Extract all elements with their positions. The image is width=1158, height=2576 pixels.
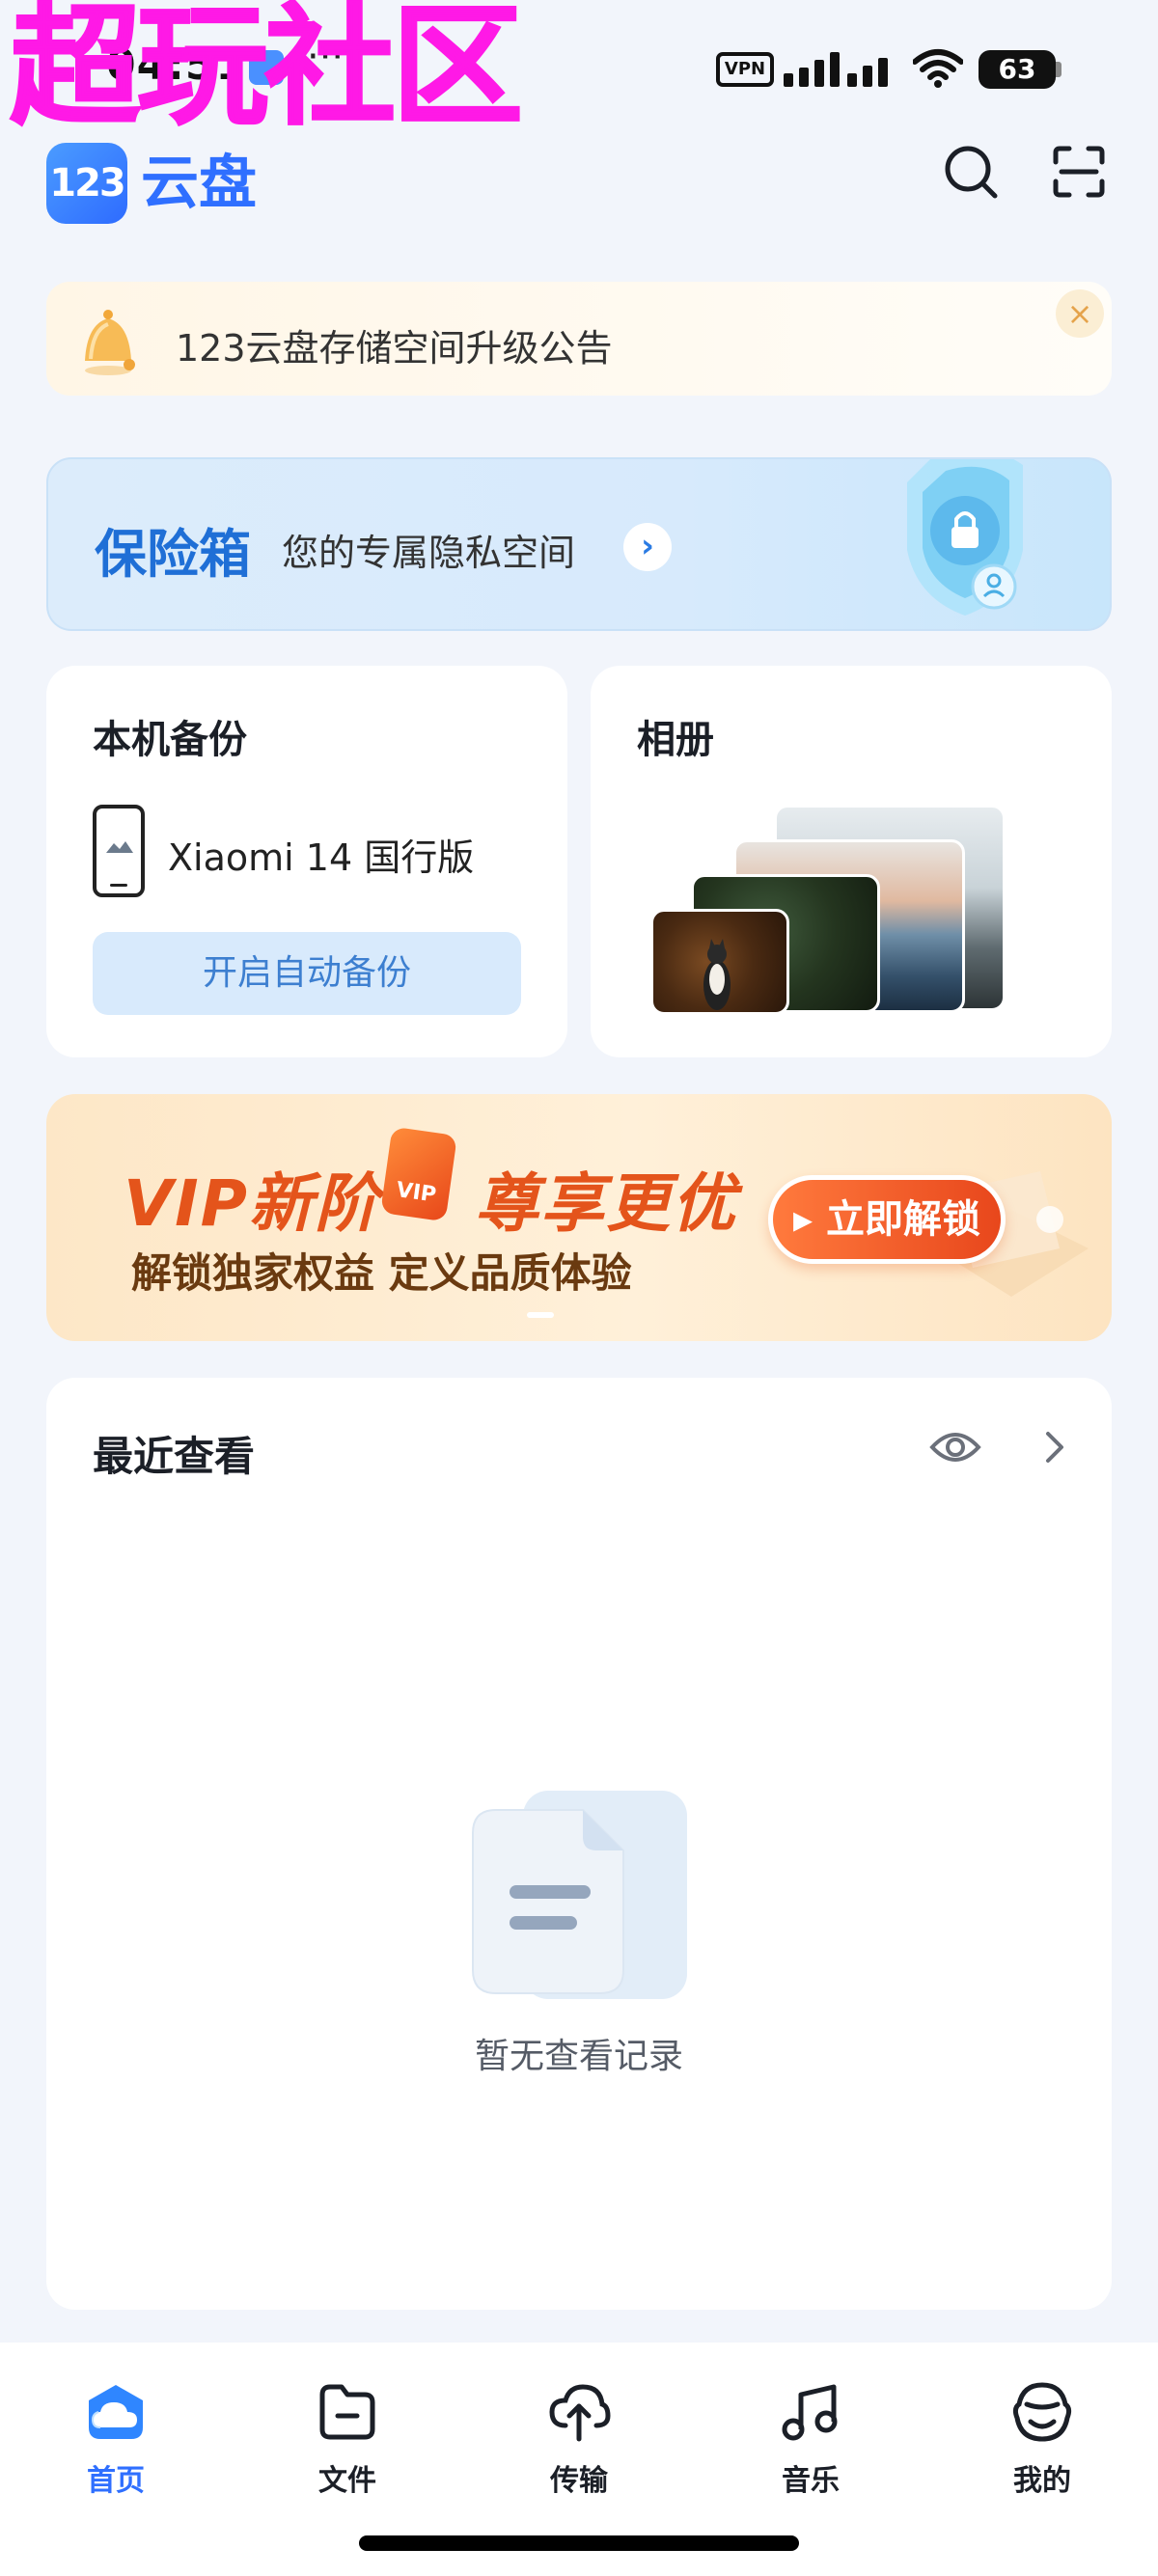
cloud-transfer-icon — [549, 2384, 611, 2442]
nav-item-music[interactable]: 音乐 — [743, 2381, 878, 2499]
eye-icon[interactable] — [928, 1426, 982, 1468]
album-card-title: 相册 — [637, 718, 714, 762]
music-note-icon — [782, 2384, 838, 2441]
vip-title-right: 尊享更优 — [475, 1166, 737, 1241]
empty-document-icon — [472, 1791, 687, 1999]
app-logo-text: 云盘 — [141, 150, 257, 217]
backup-card-title: 本机备份 — [93, 718, 247, 762]
home-indicator[interactable] — [359, 2535, 799, 2551]
app-logo-badge: 123 — [46, 143, 127, 224]
announcement-text: 123云盘存储空间升级公告 — [176, 327, 613, 370]
chevron-right-icon[interactable]: › — [623, 523, 672, 571]
nav-label-files: 文件 — [318, 2464, 376, 2498]
device-name: Xiaomi 14 国行版 — [168, 836, 475, 879]
nav-item-files[interactable]: 文件 — [280, 2381, 415, 2499]
album-photo-stack — [650, 805, 1058, 1017]
carousel-indicator — [527, 1312, 554, 1318]
nav-label-home: 首页 — [87, 2464, 145, 2498]
vpn-icon: VPN — [716, 52, 774, 87]
phone-icon — [93, 805, 145, 897]
empty-state-text: 暂无查看记录 — [474, 2037, 683, 2076]
chevron-right-icon[interactable] — [1038, 1428, 1069, 1466]
nav-item-transfer[interactable]: 传输 — [511, 2381, 647, 2499]
battery-cap — [1056, 62, 1062, 77]
search-icon — [945, 146, 998, 199]
vip-title-left: VIP新阶 — [124, 1166, 381, 1241]
folder-icon — [319, 2384, 375, 2440]
shield-lock-icon — [907, 459, 1023, 616]
nav-item-home[interactable]: 首页 — [48, 2381, 183, 2499]
profile-icon — [1012, 2382, 1072, 2442]
nav-label-transfer: 传输 — [550, 2464, 608, 2498]
vip-subtitle: 解锁独家权益 定义品质体验 — [131, 1249, 632, 1297]
watermark-logo: 超玩社区 — [9, 0, 524, 144]
nav-item-profile[interactable]: 我的 — [975, 2381, 1110, 2499]
scan-button[interactable] — [1048, 141, 1110, 203]
album-photo-cat — [650, 909, 789, 1015]
close-icon[interactable]: × — [1056, 289, 1104, 338]
scan-icon — [1053, 146, 1105, 198]
vip-badge-icon: VIP — [380, 1126, 457, 1222]
nav-label-music: 音乐 — [782, 2464, 840, 2498]
battery-icon: 63 — [979, 50, 1056, 89]
bell-icon — [85, 310, 135, 375]
vault-title: 保险箱 — [95, 524, 251, 585]
search-button[interactable] — [940, 141, 1002, 203]
vault-subtitle: 您的专属隐私空间 — [282, 532, 576, 574]
signal-icon — [784, 52, 888, 87]
nav-label-profile: 我的 — [1013, 2464, 1071, 2498]
enable-auto-backup-button[interactable]: 开启自动备份 — [93, 932, 521, 1015]
wifi-icon — [913, 49, 963, 88]
unlock-now-button[interactable]: ▸ 立即解锁 — [768, 1175, 1006, 1264]
recent-viewed-title: 最近查看 — [93, 1433, 256, 1480]
cloud-home-icon — [89, 2385, 143, 2439]
